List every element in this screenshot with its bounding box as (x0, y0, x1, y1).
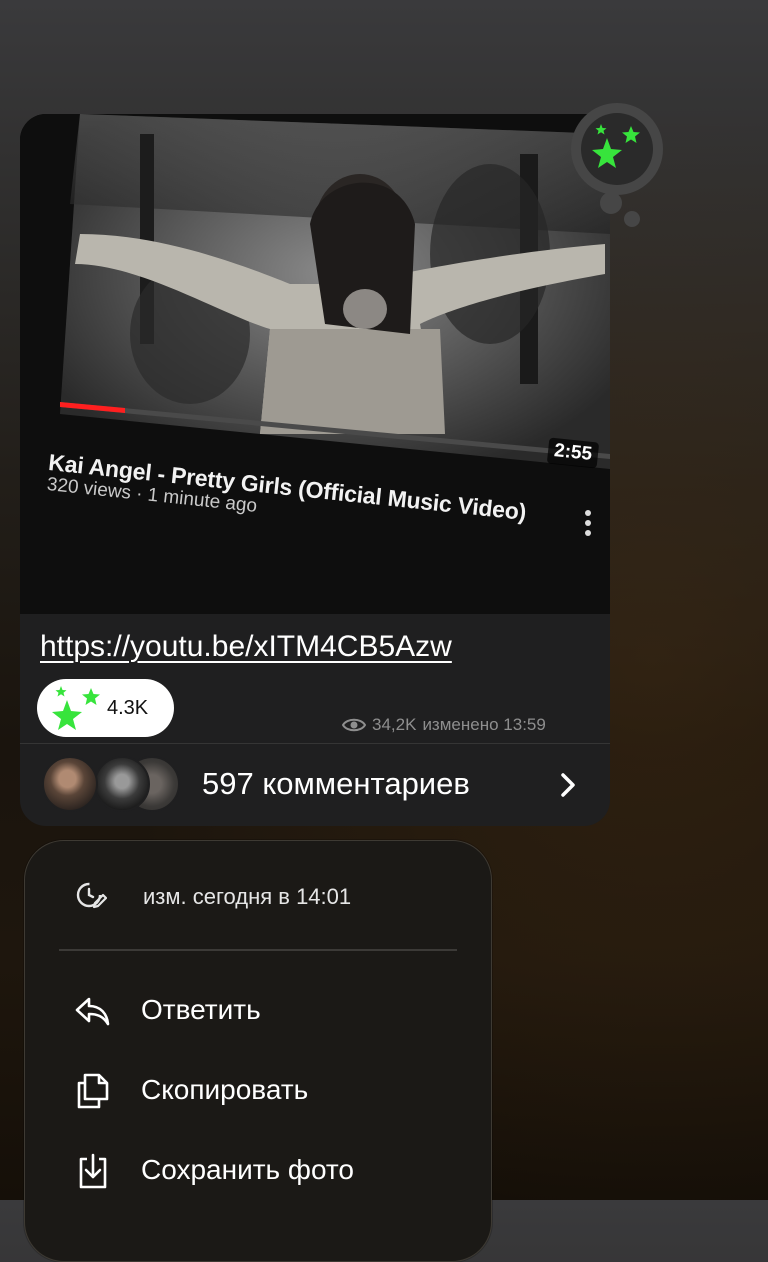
edited-info: изм. сегодня в 14:01 (143, 884, 352, 909)
badge-bubble-dot (600, 192, 622, 214)
post-photo[interactable]: Kai Angel - Pretty Girls (Official Music… (20, 114, 610, 614)
video-screenshot-image (20, 114, 610, 614)
more-options-icon (584, 510, 592, 540)
copy-icon (77, 1073, 109, 1109)
views-count: 34,2K (372, 715, 417, 734)
avatar (94, 756, 150, 812)
download-icon (79, 1153, 107, 1189)
edited-time: изменено 13:59 (422, 715, 546, 734)
menu-item-label: Скопировать (141, 1074, 309, 1105)
avatar (42, 756, 98, 812)
channel-post[interactable]: Kai Angel - Pretty Girls (Official Music… (20, 114, 610, 826)
menu-item-label: Сохранить фото (141, 1154, 354, 1185)
context-menu: изм. сегодня в 14:01 Ответить Скопироват… (24, 840, 492, 1262)
reaction-chip[interactable]: 4.3K (37, 679, 174, 737)
edited-info-row: изм. сегодня в 14:01 (75, 877, 351, 913)
chevron-right-icon (561, 773, 575, 797)
post-info: 34,2K изменено 13:59 (342, 715, 546, 735)
menu-item-reply[interactable]: Ответить (73, 985, 473, 1035)
menu-item-copy[interactable]: Скопировать (73, 1065, 473, 1115)
menu-item-label: Ответить (141, 994, 261, 1025)
stars-reaction-icon (592, 124, 640, 168)
youtube-link[interactable]: https://youtu.be/xITM4CB5Azw (40, 630, 452, 664)
menu-divider (59, 949, 457, 951)
stars-reaction-icon (52, 686, 100, 730)
comments-button[interactable]: 597 комментариев (20, 744, 610, 826)
reaction-count: 4.3K (107, 697, 149, 719)
comments-count: 597 комментариев (202, 766, 470, 801)
eye-icon (342, 718, 366, 732)
menu-item-save-photo[interactable]: Сохранить фото (73, 1145, 473, 1195)
video-duration: 2:55 (546, 437, 600, 469)
edit-clock-icon (76, 882, 107, 909)
reaction-badge[interactable] (571, 103, 663, 195)
reply-icon (75, 997, 110, 1026)
badge-bubble-dot (624, 211, 640, 227)
